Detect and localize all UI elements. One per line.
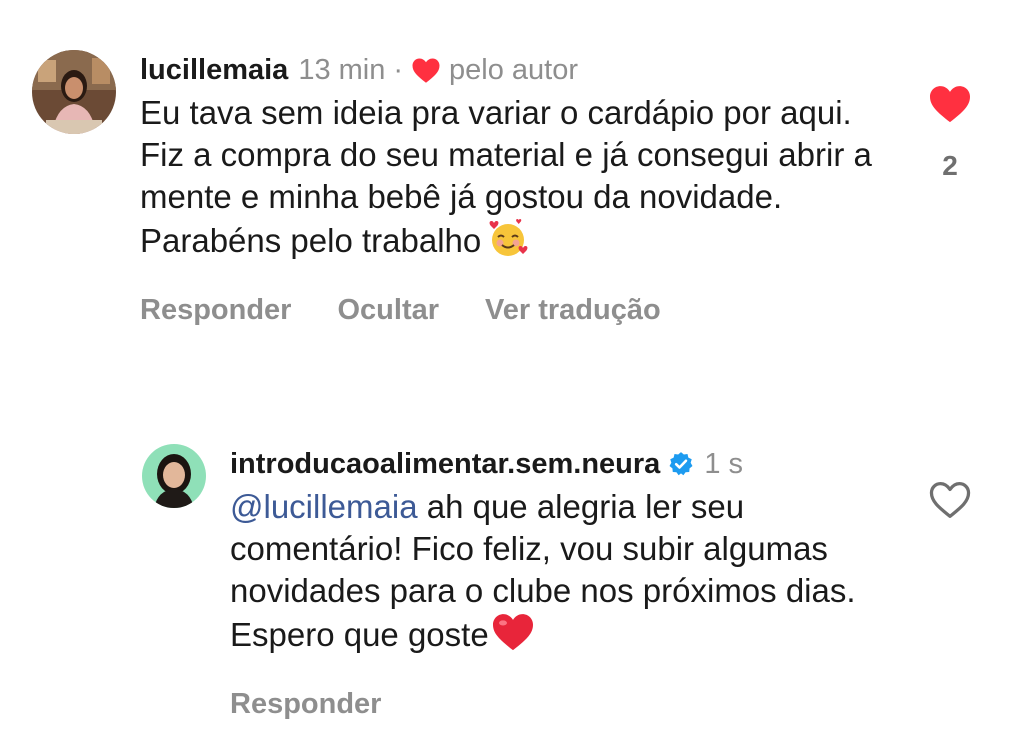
comment-like-button[interactable] — [928, 84, 972, 129]
reply-comment: introducaoalimentar.sem.neura 1 s @lucil… — [230, 444, 910, 721]
avatar-lucillemaia[interactable] — [32, 50, 116, 134]
reply-time: 1 s — [704, 448, 743, 480]
comment-meta: lucillemaia 13 min · pelo autor — [140, 50, 900, 90]
reply-reply-button[interactable]: Responder — [230, 688, 381, 721]
heart-filled-icon — [930, 86, 970, 123]
red-heart-icon — [491, 612, 535, 662]
mention-link[interactable]: @lucillemaia — [230, 488, 418, 525]
reply-text: @lucillemaia ah que alegria ler seu come… — [230, 486, 910, 662]
comment-actions: Responder Ocultar Ver tradução — [140, 294, 900, 327]
reply-button[interactable]: Responder — [140, 294, 291, 327]
reply-meta: introducaoalimentar.sem.neura 1 s — [230, 444, 910, 484]
smiling-face-with-hearts-icon — [487, 218, 529, 268]
comment-username[interactable]: lucillemaia — [140, 50, 288, 90]
reply-actions: Responder — [230, 688, 910, 721]
liked-by-author-label: pelo autor — [449, 54, 579, 86]
avatar-introducaoalimentar[interactable] — [142, 444, 206, 508]
like-count[interactable]: 2 — [930, 150, 970, 182]
see-translation-button[interactable]: Ver tradução — [485, 294, 661, 327]
reply-like-button[interactable] — [928, 480, 972, 525]
heart-outline-icon — [929, 482, 971, 518]
hide-button[interactable]: Ocultar — [337, 294, 439, 327]
author-liked-heart-icon — [411, 57, 441, 84]
comment-text: Eu tava sem ideia pra variar o cardápio … — [140, 92, 900, 268]
reply-username[interactable]: introducaoalimentar.sem.neura — [230, 444, 660, 484]
comment-time: 13 min — [298, 54, 386, 86]
meta-separator: · — [393, 54, 404, 86]
verified-badge-icon — [668, 451, 694, 477]
comment: lucillemaia 13 min · pelo autor Eu tava … — [140, 50, 900, 327]
